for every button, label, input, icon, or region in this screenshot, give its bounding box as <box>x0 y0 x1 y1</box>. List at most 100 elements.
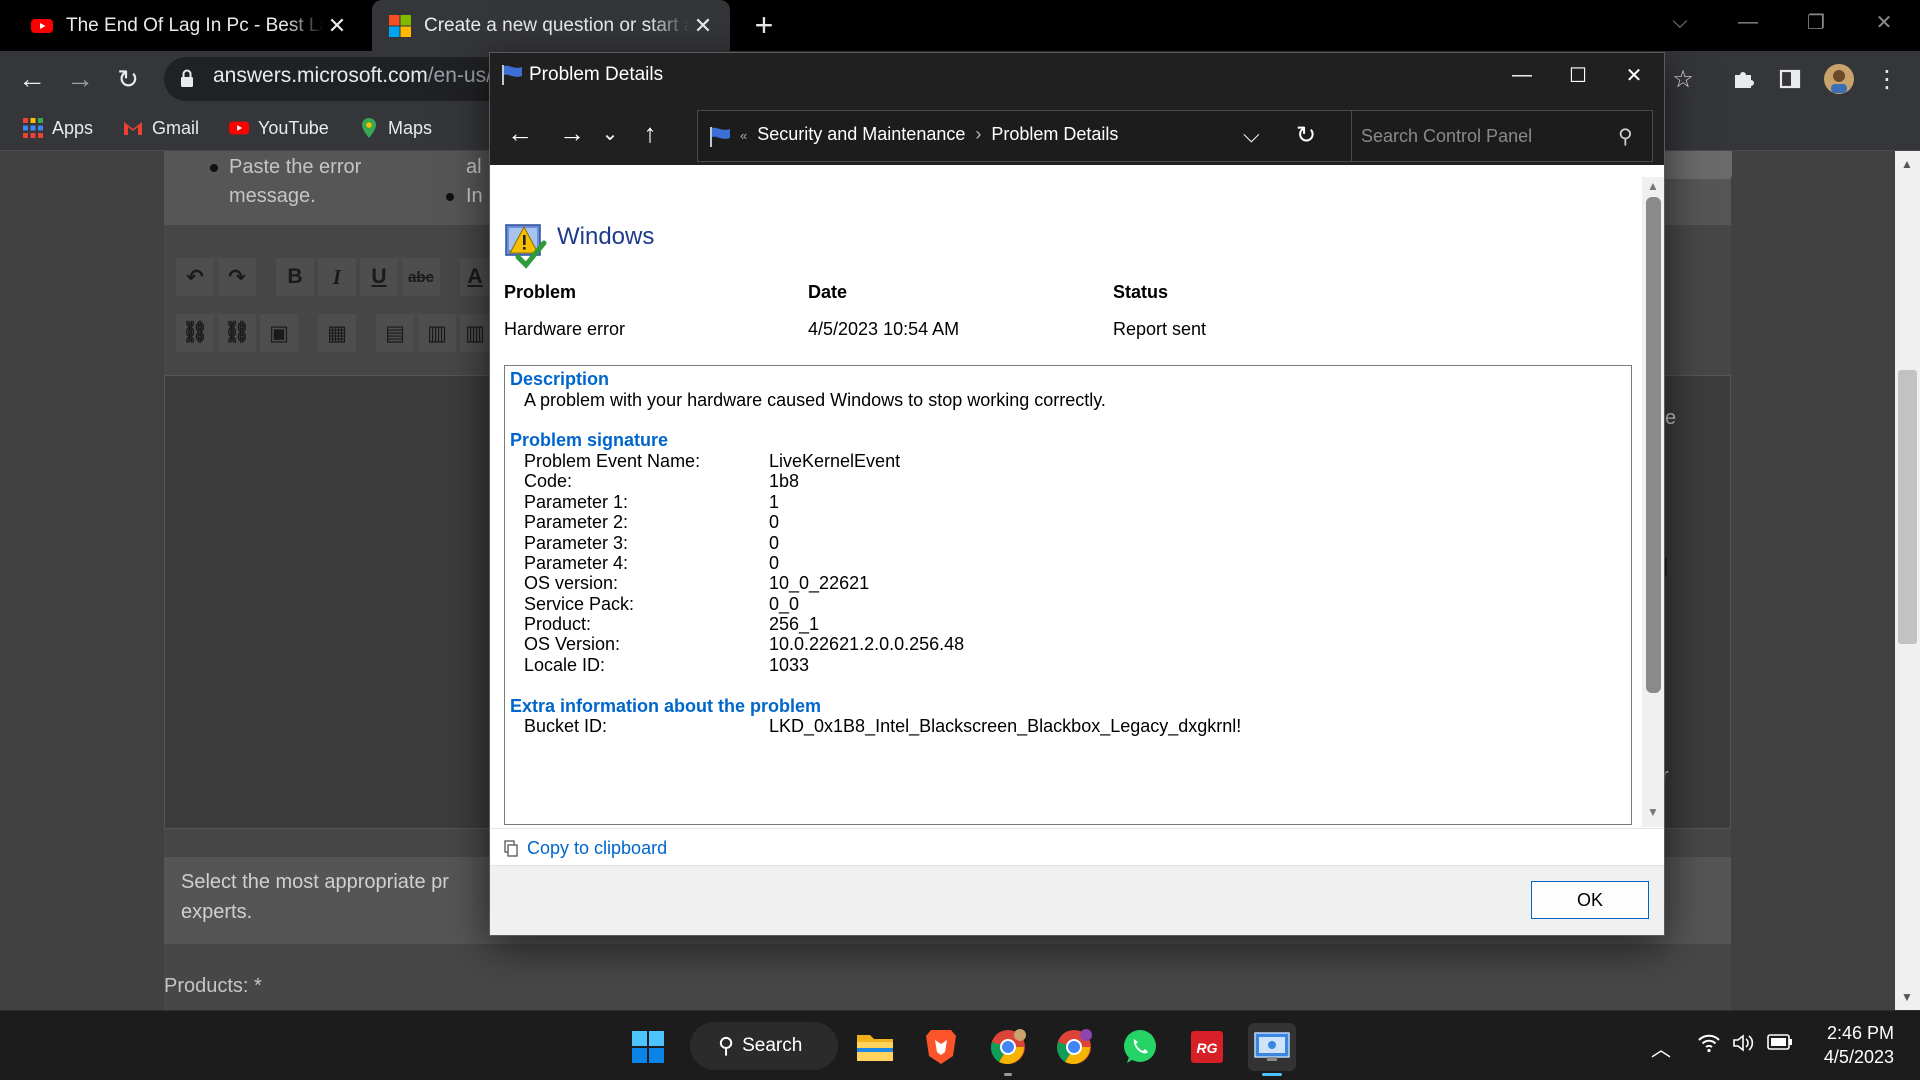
side-panel-icon[interactable] <box>1773 62 1807 96</box>
forward-arrow-icon[interactable]: → <box>556 117 588 149</box>
url-path: /en-us/ <box>427 64 492 87</box>
link-icon[interactable]: ⛓ <box>176 314 214 352</box>
extra-info-title: Extra information about the problem <box>510 696 822 716</box>
signature-key: Problem Event Name: <box>524 451 701 471</box>
copy-label: Copy to clipboard <box>527 838 668 858</box>
forward-arrow-icon[interactable]: → <box>62 61 98 97</box>
bookmark-label: Maps <box>388 117 433 138</box>
table-row-icon[interactable]: ▤ <box>376 314 414 352</box>
minimize-icon[interactable]: — <box>1495 53 1549 97</box>
window-title-bar[interactable]: Problem Details — ☐ ✕ <box>490 53 1664 97</box>
table-icon[interactable]: ▦ <box>318 314 356 352</box>
breadcrumb-address-bar[interactable]: « Security and Maintenance › Problem Detail… <box>697 110 1353 162</box>
image-icon[interactable]: ▣ <box>260 314 298 352</box>
extensions-puzzle-icon[interactable] <box>1726 62 1760 96</box>
back-arrow-icon[interactable]: ← <box>14 61 50 97</box>
chrome-icon[interactable] <box>984 1023 1032 1071</box>
lock-icon[interactable] <box>180 66 194 92</box>
search-icon[interactable]: ⚲ <box>1618 124 1633 149</box>
scroll-down-icon[interactable]: ▼ <box>1642 805 1664 819</box>
signature-value: 1 <box>769 492 780 512</box>
breadcrumb-overflow-icon[interactable]: « <box>740 128 747 143</box>
microsoft-icon <box>389 14 411 37</box>
browser-tab-microsoft[interactable]: Create a new question or start a d ✕ <box>372 0 730 51</box>
table-column-icon[interactable]: ▥ <box>418 314 456 352</box>
undo-icon[interactable]: ↶ <box>176 258 214 296</box>
tab-search-icon[interactable]: ⌵ <box>1650 0 1710 44</box>
url-host: answers.microsoft.com <box>213 64 428 87</box>
reload-icon[interactable]: ↻ <box>110 61 146 97</box>
tab-title: Create a new question or start a d <box>424 14 690 36</box>
scroll-down-icon[interactable]: ▼ <box>1896 990 1918 1004</box>
system-clock[interactable]: 2:46 PM 4/5/2023 <box>1810 1021 1894 1069</box>
underline-icon[interactable]: U <box>360 258 398 296</box>
copy-icon <box>504 840 518 857</box>
table-delete-icon[interactable]: ▥ <box>460 314 490 352</box>
chrome-profile-icon[interactable] <box>1050 1023 1098 1071</box>
bookmark-label: Apps <box>52 117 94 138</box>
refresh-icon[interactable]: ↻ <box>1296 121 1316 150</box>
close-icon[interactable]: ✕ <box>1607 53 1661 97</box>
wifi-icon[interactable] <box>1697 1033 1721 1059</box>
maps-pin-icon <box>362 118 376 138</box>
recent-locations-chevron-icon[interactable]: ⌄ <box>594 117 626 149</box>
new-tab-button[interactable]: + <box>748 8 780 42</box>
browser-tab-youtube[interactable]: The End Of Lag In Pc - Best Lag F ✕ <box>14 0 364 51</box>
signature-value: LiveKernelEvent <box>769 451 901 471</box>
back-arrow-icon[interactable]: ← <box>504 117 536 149</box>
editor-toolbar: ↶ ↷ B I U abc A ⛓ ⛓ ▣ ▦ ▤ ▥ ▥ <box>164 258 494 366</box>
start-windows-icon[interactable] <box>624 1023 672 1071</box>
scroll-up-icon[interactable]: ▲ <box>1642 179 1664 193</box>
up-arrow-icon[interactable]: ↑ <box>634 117 666 149</box>
signature-value: 10.0.22621.2.0.0.256.48 <box>769 634 965 654</box>
breadcrumb-item-security[interactable]: Security and Maintenance <box>757 124 965 144</box>
whatsapp-icon[interactable] <box>1116 1023 1164 1071</box>
search-input[interactable] <box>1361 123 1601 149</box>
details-scrollbar-thumb[interactable] <box>1646 197 1661 693</box>
close-tab-icon[interactable]: ✕ <box>690 13 716 39</box>
more-menu-icon[interactable]: ⋮ <box>1870 62 1904 96</box>
search-control-panel[interactable]: ⚲ <box>1351 110 1653 162</box>
show-hidden-icons-chevron-icon[interactable]: ︿ <box>1651 1033 1671 1062</box>
bookmark-gmail[interactable]: Gmail <box>122 113 199 143</box>
page-button[interactable] <box>1660 151 1732 179</box>
battery-icon[interactable] <box>1767 1033 1793 1057</box>
description-title: Description <box>510 369 610 389</box>
italic-icon[interactable]: I <box>318 258 356 296</box>
select-text: Select the most appropriate pr <box>181 871 449 893</box>
bold-icon[interactable]: B <box>276 258 314 296</box>
bookmark-youtube[interactable]: YouTube <box>228 113 329 143</box>
scroll-up-icon[interactable]: ▲ <box>1896 157 1918 171</box>
details-text-box[interactable]: Description A problem with your hardware… <box>504 365 1632 825</box>
close-tab-icon[interactable]: ✕ <box>324 13 350 39</box>
signature-key: Service Pack: <box>524 594 635 614</box>
armoury-crate-icon[interactable]: RG <box>1183 1023 1231 1071</box>
url-text[interactable]: answers.microsoft.com/en-us/ <box>213 64 492 88</box>
youtube-icon <box>228 121 250 135</box>
maximize-icon[interactable]: ☐ <box>1551 53 1605 97</box>
signature-value: 0 <box>769 512 780 532</box>
volume-icon[interactable] <box>1732 1033 1756 1059</box>
redo-icon[interactable]: ↷ <box>218 258 256 296</box>
signature-value: 0 <box>769 553 780 573</box>
page-scrollbar-thumb[interactable] <box>1898 370 1917 644</box>
strikethrough-icon[interactable]: abc <box>402 258 440 296</box>
control-panel-icon[interactable] <box>1248 1023 1296 1071</box>
copy-to-clipboard-link[interactable]: Copy to clipboard <box>504 838 667 859</box>
address-dropdown-chevron-icon[interactable]: ⌵ <box>1243 122 1260 148</box>
font-color-icon[interactable]: A <box>460 258 490 296</box>
taskbar-search-label: Search <box>742 1035 803 1056</box>
brave-browser-icon[interactable] <box>917 1023 965 1071</box>
restore-icon[interactable]: ❐ <box>1786 0 1846 44</box>
close-window-icon[interactable]: ✕ <box>1854 0 1914 44</box>
bookmark-star-icon[interactable]: ☆ <box>1666 62 1700 96</box>
profile-avatar[interactable] <box>1822 62 1856 96</box>
breadcrumb-item-problem-details[interactable]: Problem Details <box>991 124 1118 144</box>
minimize-icon[interactable]: — <box>1718 0 1778 44</box>
unlink-icon[interactable]: ⛓ <box>218 314 256 352</box>
bookmark-maps[interactable]: Maps <box>358 113 432 143</box>
taskbar-search-button[interactable]: ⚲ Search <box>690 1022 838 1070</box>
bookmark-apps[interactable]: Apps <box>22 113 93 143</box>
ok-button[interactable]: OK <box>1531 881 1649 919</box>
file-explorer-icon[interactable] <box>851 1023 899 1071</box>
